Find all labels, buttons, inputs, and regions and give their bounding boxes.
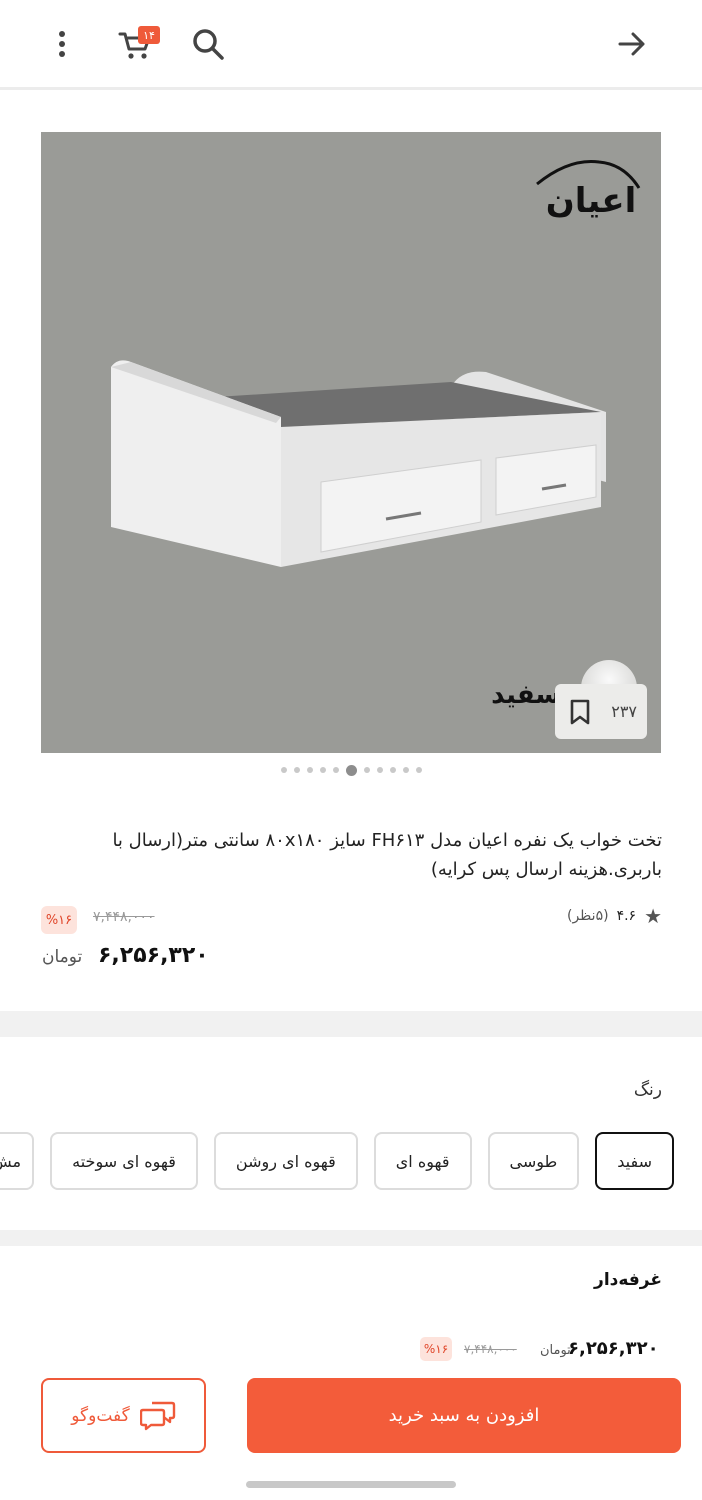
chat-button[interactable]: گفت‌وگو [41,1378,206,1453]
home-indicator [246,1481,456,1488]
search-button[interactable] [186,22,230,66]
variant-label: سفید [491,680,561,710]
bottom-currency: تومان [540,1343,571,1358]
brand-logo: اعیان [536,159,641,221]
color-option-dark-brown[interactable]: قهوه ای سوخته [50,1132,198,1190]
product-title: تخت خواب یک نفره اعیان مدل FH۶۱۳ سایز ۸۰… [112,830,662,880]
color-option-gray[interactable]: طوسی [487,1132,580,1190]
discount-badge: %۱۶ [41,906,77,934]
bookmark-count: ۲۳۷ [611,702,637,721]
vertical-dots-icon [59,31,65,57]
pagination-dot[interactable] [280,767,287,773]
pagination-dot[interactable] [293,767,300,773]
color-option-light-brown[interactable]: قهوه ای روشن [213,1132,358,1190]
pagination-dot[interactable] [402,767,409,773]
add-to-cart-button[interactable]: افزودن به سبد خرید [247,1378,681,1453]
color-options: سفید طوسی قهوه ای قهوه ای روشن قهوه ای س… [0,1132,674,1190]
pagination-dot[interactable] [332,767,339,773]
color-option-brown[interactable]: قهوه ای [373,1132,472,1190]
star-icon: ★ [644,904,662,928]
bottom-discount-badge: %۱۶ [420,1337,452,1361]
pagination-dot[interactable] [319,767,326,773]
seller-section-title: غرفه‌دار [594,1270,662,1290]
bookmark-button[interactable]: ۲۳۷ [555,684,647,739]
currency-label: تومان [42,947,83,967]
search-icon [193,29,224,60]
old-price: ۷,۴۴۸,۰۰۰ [93,909,155,925]
more-options-button[interactable] [40,22,84,66]
svg-text:اعیان: اعیان [546,181,637,221]
section-divider [0,1011,702,1037]
pagination-dot[interactable] [389,767,396,773]
chat-label: گفت‌وگو [71,1405,130,1426]
bed-illustration [111,360,606,567]
bottom-old-price: ۷,۴۴۸,۰۰۰ [464,1342,517,1356]
color-option-partial[interactable]: مش [0,1132,35,1190]
gallery-pagination [0,763,702,777]
review-count: (۵نظر) [566,908,609,924]
color-section-title: رنگ [633,1080,662,1100]
cart-button[interactable]: ۱۴ [113,22,160,66]
pagination-dot[interactable] [415,767,422,773]
cart-count-badge: ۱۴ [138,26,160,44]
color-option-white[interactable]: سفید [595,1132,674,1190]
back-button[interactable] [610,22,654,66]
pagination-dot[interactable] [376,767,383,773]
pagination-dot[interactable] [306,767,313,773]
rating-score: ۴.۶ [616,908,637,924]
product-image[interactable]: اعیان سفید ۲۳۷ [41,132,661,753]
current-price: ۶,۲۵۶,۳۲۰ [98,943,209,968]
chat-icon [139,1401,175,1430]
top-app-bar: ۱۴ [0,0,702,90]
pagination-dot[interactable] [345,764,357,776]
bookmark-icon [570,699,590,724]
arrow-right-icon [618,32,645,56]
bottom-price: ۶,۲۵۶,۳۲۰ [568,1338,659,1359]
section-divider [0,1230,702,1246]
pagination-dot[interactable] [363,767,370,773]
product-rating[interactable]: ★ ۴.۶ (۵نظر) [567,906,662,926]
